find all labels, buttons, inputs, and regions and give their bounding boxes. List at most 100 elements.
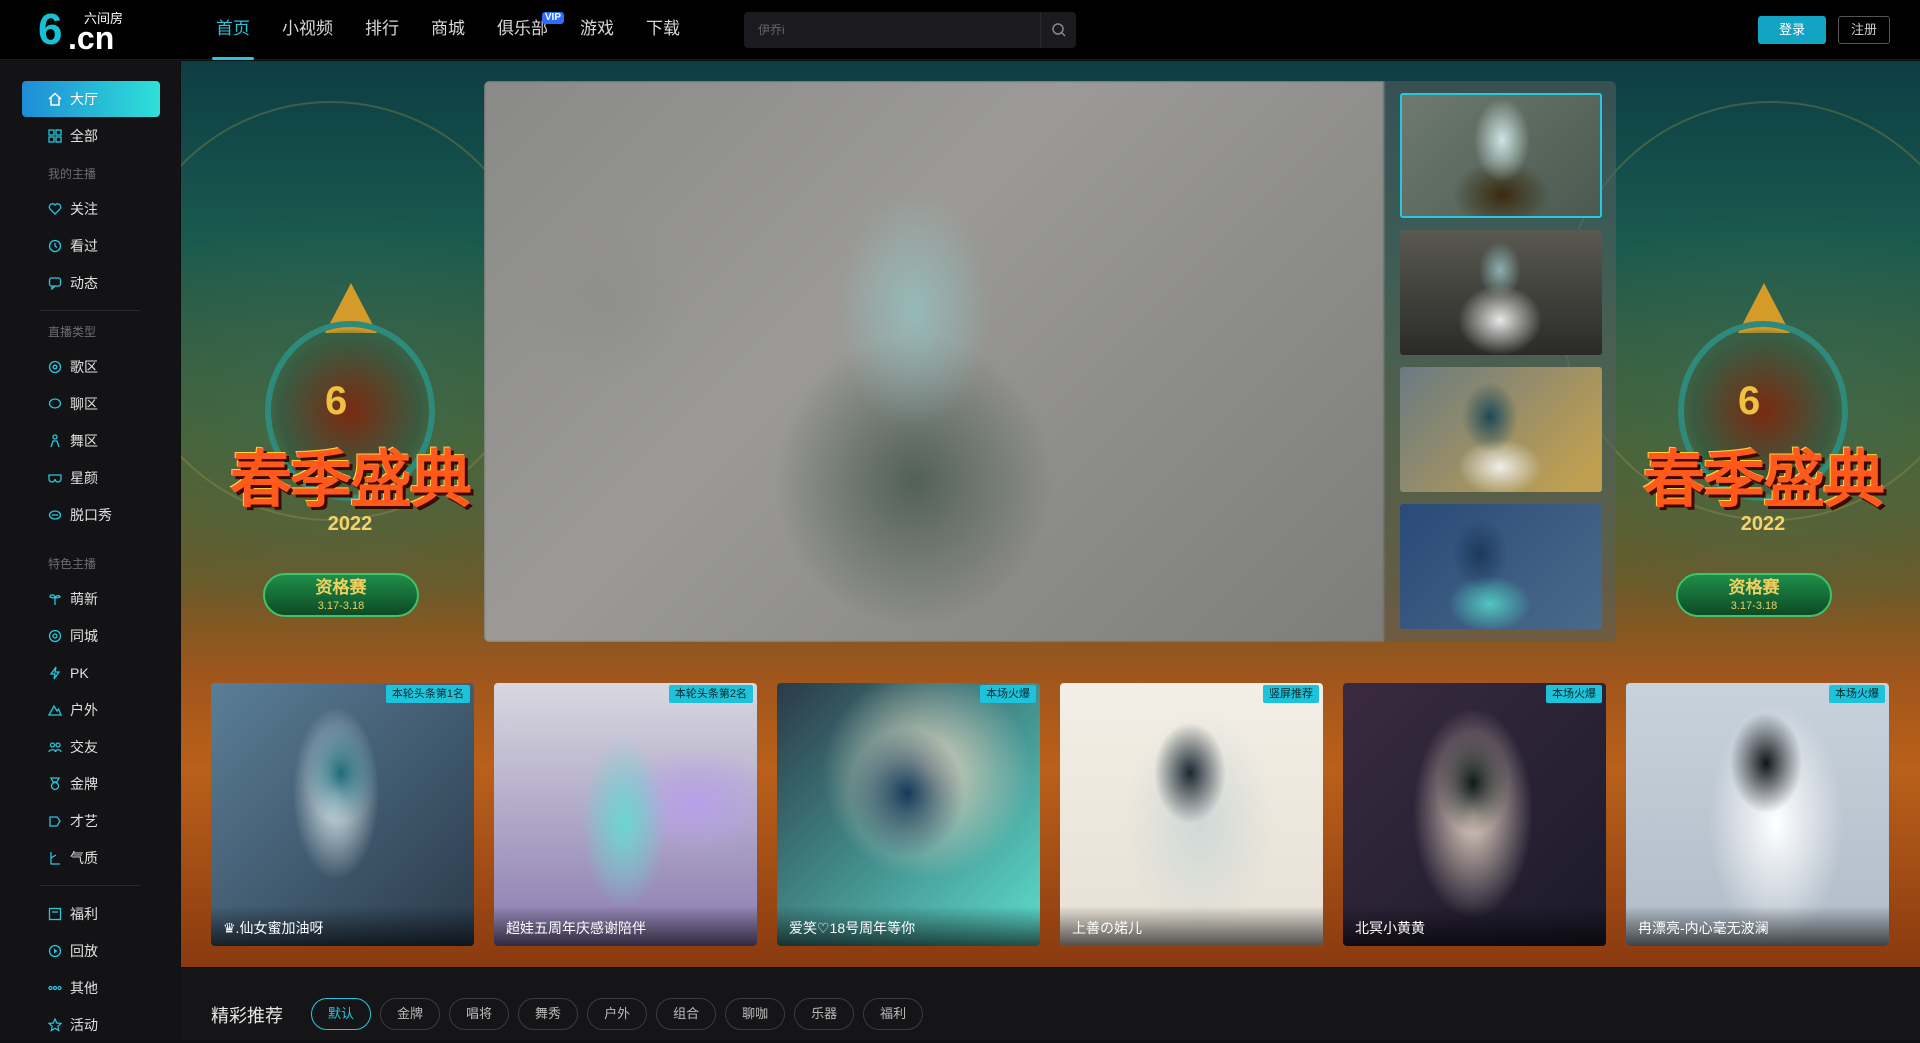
event-stage: 资格赛: [315, 578, 367, 597]
sidebar-item-label: 歌区: [70, 359, 98, 375]
sidebar-item-talkshow[interactable]: 脱口秀: [22, 497, 160, 533]
chip-default[interactable]: 默认: [311, 998, 372, 1030]
search-button[interactable]: [1040, 12, 1076, 48]
anchor-card[interactable]: 本轮头条第2名 超娃五周年庆感谢陪伴: [494, 683, 757, 946]
stream-thumbnail[interactable]: [1400, 93, 1602, 218]
sidebar: 大厅 全部 我的主播 关注 看过 动态 直播类型 歌区 聊区 舞区 星颜 脱口秀…: [0, 61, 180, 1040]
sprout-icon: [49, 594, 61, 605]
star-icon: [48, 1018, 62, 1032]
music-icon: [48, 360, 62, 374]
sidebar-item-newbie[interactable]: 萌新: [22, 581, 160, 617]
sidebar-item-nearby[interactable]: 同城: [22, 618, 160, 654]
sidebar-item-other[interactable]: 其他: [22, 970, 160, 1006]
sidebar-item-label: 聊区: [70, 396, 98, 412]
event-title: 春季盛典: [1642, 443, 1885, 516]
search-input[interactable]: [744, 12, 1040, 48]
sidebar-item-label: 福利: [70, 906, 98, 922]
live-player[interactable]: [484, 81, 1616, 642]
chip-group[interactable]: 组合: [656, 998, 717, 1030]
anchor-name: 上善の婼儿: [1060, 906, 1323, 946]
group-featured-anchors: 特色主播: [48, 557, 97, 571]
sidebar-item-label: 全部: [70, 128, 98, 144]
video-stream[interactable]: [484, 81, 1384, 642]
anchor-card[interactable]: 本轮头条第1名 ♛.仙女蜜加油呀: [211, 683, 474, 946]
chip-welfare[interactable]: 福利: [863, 998, 924, 1030]
sidebar-item-beauty[interactable]: 星颜: [22, 460, 160, 496]
featured-section: 精彩推荐 默认 金牌 唱将 舞秀 户外 组合 聊咖 乐器 福利: [181, 968, 1920, 1040]
anchor-name: 冉漂亮-内心毫无波澜: [1626, 906, 1889, 946]
chip-instrument[interactable]: 乐器: [794, 998, 855, 1030]
anchor-tag: 本轮头条第1名: [385, 685, 470, 703]
anchor-card[interactable]: 本场火爆 冉漂亮-内心毫无波澜: [1626, 683, 1889, 946]
anchor-card[interactable]: 本场火爆 爱笑♡18号周年等你: [777, 683, 1040, 946]
sidebar-item-feed[interactable]: 动态: [22, 265, 160, 301]
sidebar-item-history[interactable]: 看过: [22, 228, 160, 264]
nav-label: 下载: [646, 19, 680, 38]
stream-thumbnail[interactable]: [1400, 504, 1602, 629]
replay-icon: [48, 944, 62, 958]
nav-ranking[interactable]: 排行: [349, 0, 415, 60]
sidebar-item-pk[interactable]: PK: [22, 655, 160, 691]
sidebar-item-label: 关注: [70, 201, 98, 217]
stream-thumbnail[interactable]: [1400, 367, 1602, 492]
medal-icon: [49, 777, 61, 791]
event-stage-pill: 资格赛 3.17-3.18: [1676, 573, 1832, 617]
nav-mall[interactable]: 商城: [415, 0, 481, 60]
nav-games[interactable]: 游戏: [564, 0, 630, 60]
chat-bubble-icon: [48, 398, 62, 409]
event-poster-right[interactable]: 6 春季盛典 2022 资格赛 3.17-3.18: [1618, 283, 1908, 623]
chip-chat[interactable]: 聊咖: [725, 998, 786, 1030]
sidebar-item-label: 舞区: [70, 433, 98, 449]
sidebar-item-welfare[interactable]: 福利: [22, 896, 160, 932]
anchor-name: 超娃五周年庆感谢陪伴: [494, 906, 757, 946]
event-poster-left[interactable]: 6 春季盛典 2022 资格赛 3.17-3.18: [205, 283, 495, 623]
chip-gold[interactable]: 金牌: [380, 998, 441, 1030]
sidebar-item-events[interactable]: 活动: [22, 1007, 160, 1043]
thumbnail-image: [1402, 95, 1600, 216]
event-dates: 3.17-3.18: [317, 600, 365, 612]
sidebar-item-dance[interactable]: 舞区: [22, 423, 160, 459]
login-button[interactable]: 登录: [1758, 16, 1826, 44]
sidebar-item-dating[interactable]: 交友: [22, 729, 160, 765]
site-logo[interactable]: 6 .cn 六间房: [38, 8, 134, 55]
sidebar-item-follow[interactable]: 关注: [22, 191, 160, 227]
group-my-anchors: 我的主播: [48, 167, 97, 181]
sidebar-item-label: 活动: [70, 1017, 98, 1033]
anchor-tag: 竖屏推荐: [1263, 685, 1319, 703]
sidebar-item-replay[interactable]: 回放: [22, 933, 160, 969]
chip-dance[interactable]: 舞秀: [518, 998, 579, 1030]
category-chips: 默认 金牌 唱将 舞秀 户外 组合 聊咖 乐器 福利: [311, 998, 932, 1030]
clock-icon: [48, 239, 62, 253]
anchor-name: ♛.仙女蜜加油呀: [211, 906, 474, 946]
nav-download[interactable]: 下载: [630, 0, 696, 60]
sidebar-item-elegance[interactable]: 气质: [22, 840, 160, 876]
stream-thumbnail[interactable]: [1400, 230, 1602, 355]
sidebar-item-music[interactable]: 歌区: [22, 349, 160, 385]
register-button[interactable]: 注册: [1838, 16, 1890, 44]
anchor-card[interactable]: 本场火爆 北冥小黄黄: [1343, 683, 1606, 946]
sidebar-item-label: 萌新: [70, 591, 98, 607]
grid-icon: [48, 129, 62, 143]
sidebar-item-label: 户外: [70, 702, 98, 718]
sidebar-item-talent[interactable]: 才艺: [22, 803, 160, 839]
sidebar-item-label: 大厅: [70, 91, 98, 107]
nav-short-video[interactable]: 小视频: [266, 0, 349, 60]
chip-outdoor[interactable]: 户外: [587, 998, 648, 1030]
nav-home[interactable]: 首页: [200, 0, 266, 60]
sidebar-item-label: 才艺: [70, 813, 98, 829]
sidebar-item-chat[interactable]: 聊区: [22, 386, 160, 422]
chip-singer[interactable]: 唱将: [449, 998, 510, 1030]
sidebar-item-label: 星颜: [70, 470, 98, 486]
nav-club[interactable]: 俱乐部 VIP: [481, 0, 564, 60]
anchor-name: 北冥小黄黄: [1343, 906, 1606, 946]
chat-icon: [48, 277, 62, 290]
palette-icon: [49, 816, 61, 827]
thumbnail-image: [1400, 230, 1602, 355]
anchor-card[interactable]: 竖屏推荐 上善の婼儿: [1060, 683, 1323, 946]
sidebar-item-gold[interactable]: 金牌: [22, 766, 160, 802]
sidebar-item-hall[interactable]: 大厅: [22, 81, 160, 117]
sidebar-item-all[interactable]: 全部: [22, 118, 160, 154]
sidebar-divider: [40, 885, 140, 886]
sidebar-item-outdoor[interactable]: 户外: [22, 692, 160, 728]
mask-icon: [48, 474, 62, 483]
